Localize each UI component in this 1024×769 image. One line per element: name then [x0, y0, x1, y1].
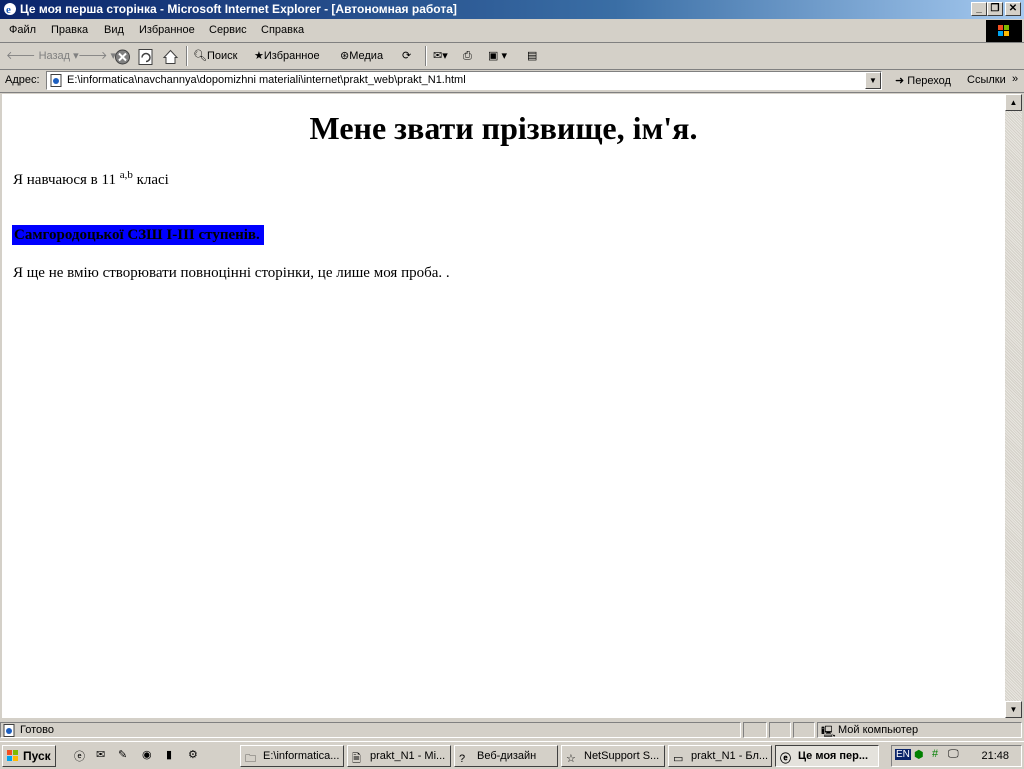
- status-cell: [793, 722, 815, 738]
- minimize-button[interactable]: _: [971, 2, 987, 16]
- close-button[interactable]: ✕: [1005, 2, 1021, 16]
- status-bar: Готово 🖳 Мой компьютер: [0, 720, 1024, 740]
- address-dropdown-button[interactable]: ▼: [865, 72, 881, 89]
- search-icon: 🔍︎: [193, 50, 207, 62]
- note-line: Я ще не вмію створювати повноцінні сторі…: [13, 265, 450, 281]
- favorites-button[interactable]: ★Избранное: [254, 47, 320, 65]
- outlook-quicklaunch-icon[interactable]: ✉: [96, 748, 112, 764]
- address-box[interactable]: ▼: [46, 71, 882, 90]
- refresh-icon[interactable]: [138, 48, 154, 66]
- menu-tools[interactable]: Сервис: [209, 24, 247, 36]
- forward-button[interactable]: 🡒 ▾: [78, 47, 116, 65]
- mail-icon[interactable]: ✉▾: [433, 47, 448, 65]
- notepad-icon: ▭: [673, 753, 684, 765]
- clock[interactable]: 21:48: [981, 750, 1009, 762]
- chevron-right-icon[interactable]: »: [1012, 73, 1018, 85]
- school-line: Самгородоцької СЗШ I-III ступенів.: [12, 225, 264, 245]
- menu-view[interactable]: Вид: [104, 24, 124, 36]
- gear-quicklaunch-icon[interactable]: ⚙: [188, 748, 204, 764]
- ie-quicklaunch-icon[interactable]: ⓔ: [74, 748, 90, 764]
- class-line: Я навчаюся в 11 a,b класі: [13, 169, 169, 188]
- links-button[interactable]: Ссылки: [967, 74, 1006, 86]
- my-computer-icon: 🖳: [821, 726, 836, 738]
- go-arrow-icon: ➜: [895, 75, 905, 87]
- vertical-scrollbar[interactable]: ▲ ▼: [1005, 94, 1022, 718]
- taskbar: Пуск ⓔ ✉ ✎ ◉ ▮ ⚙ 🗀 E:\informatica... 🗎 p…: [0, 741, 1024, 769]
- zone-text: Мой компьютер: [838, 724, 919, 736]
- home-icon[interactable]: [162, 48, 179, 66]
- menu-help[interactable]: Справка: [261, 24, 304, 36]
- firefox-quicklaunch-icon[interactable]: ◉: [142, 748, 158, 764]
- forward-arrow-icon: 🡒: [78, 50, 108, 62]
- go-button[interactable]: ➜ Переход: [895, 74, 951, 87]
- title-bar[interactable]: e Це моя перша сторінка - Microsoft Inte…: [0, 0, 1024, 19]
- internet-explorer-icon: e: [4, 3, 16, 16]
- menu-file[interactable]: Файл: [9, 24, 36, 36]
- netsupport-icon: ☆: [566, 753, 576, 765]
- media-button[interactable]: ⊛Медиа: [340, 47, 383, 65]
- class-superscript: a,b: [119, 169, 133, 181]
- network-icon[interactable]: ⬢: [914, 748, 924, 761]
- help-icon: ?: [459, 753, 466, 765]
- language-indicator[interactable]: EN: [895, 749, 911, 760]
- menu-bar: Файл Правка Вид Избранное Сервис Справка: [0, 20, 1024, 43]
- task-netsupport[interactable]: ☆ NetSupport S...: [561, 745, 665, 767]
- page-icon: [50, 74, 62, 87]
- windows-logo-icon: [986, 20, 1022, 42]
- address-input[interactable]: [67, 72, 847, 89]
- word-icon: 🗎: [352, 753, 361, 765]
- back-button[interactable]: 🡐 Назад ▾: [6, 47, 79, 65]
- stop-icon[interactable]: [114, 48, 131, 66]
- menu-favorites[interactable]: Избранное: [139, 24, 195, 36]
- task-word[interactable]: 🗎 prakt_N1 - Mi...: [347, 745, 451, 767]
- window-title: Це моя перша сторінка - Microsoft Intern…: [20, 2, 457, 16]
- discuss-icon[interactable]: ▤: [527, 47, 537, 65]
- system-tray: EN ⬢ # 🖵 21:48: [891, 745, 1022, 767]
- history-icon[interactable]: ⟳: [402, 47, 411, 65]
- edit-icon[interactable]: ▣ ▾: [488, 47, 507, 65]
- address-label: Адрес:: [5, 74, 40, 86]
- ie-icon: ⓔ: [780, 753, 791, 765]
- scroll-down-button[interactable]: ▼: [1005, 701, 1022, 718]
- search-button[interactable]: 🔍︎Поиск: [193, 47, 237, 65]
- menu-edit[interactable]: Правка: [51, 24, 88, 36]
- favorites-icon: ★: [254, 50, 264, 62]
- task-web-design[interactable]: ? Веб-дизайн: [454, 745, 558, 767]
- device-quicklaunch-icon[interactable]: ▮: [166, 748, 182, 764]
- windows-flag-icon: [7, 750, 18, 761]
- monitor-icon[interactable]: 🖵: [948, 748, 959, 761]
- page-content: Мене звати прізвище, ім'я. Я навчаюся в …: [2, 94, 1005, 718]
- notepad-quicklaunch-icon[interactable]: ✎: [118, 748, 134, 764]
- task-explorer[interactable]: 🗀 E:\informatica...: [240, 745, 344, 767]
- folder-icon: 🗀: [245, 753, 256, 765]
- toolbar-separator: [186, 46, 188, 66]
- status-main-cell: [0, 722, 741, 738]
- media-icon: ⊛: [340, 50, 350, 62]
- status-cell: [743, 722, 767, 738]
- task-notepad[interactable]: ▭ prakt_N1 - Бл...: [668, 745, 772, 767]
- standard-toolbar: 🡐 Назад ▾ 🡒 ▾ 🔍︎Поиск ★Избранное ⊛Медиа …: [0, 43, 1024, 70]
- back-arrow-icon: 🡐: [6, 50, 36, 62]
- address-bar: Адрес: ▼ ➜ Переход Ссылки »: [0, 70, 1024, 93]
- toolbar-separator: [425, 46, 427, 66]
- scroll-up-button[interactable]: ▲: [1005, 94, 1022, 111]
- task-ie-active[interactable]: ⓔ Це моя пер...: [775, 745, 879, 767]
- restore-button[interactable]: ❐: [987, 2, 1003, 16]
- start-button[interactable]: Пуск: [2, 745, 56, 767]
- page-heading: Мене звати прізвище, ім'я.: [309, 110, 698, 146]
- svg-text:e: e: [6, 4, 11, 16]
- hash-icon[interactable]: #: [932, 748, 938, 760]
- status-cell: [769, 722, 791, 738]
- print-icon[interactable]: ⎙: [463, 47, 472, 65]
